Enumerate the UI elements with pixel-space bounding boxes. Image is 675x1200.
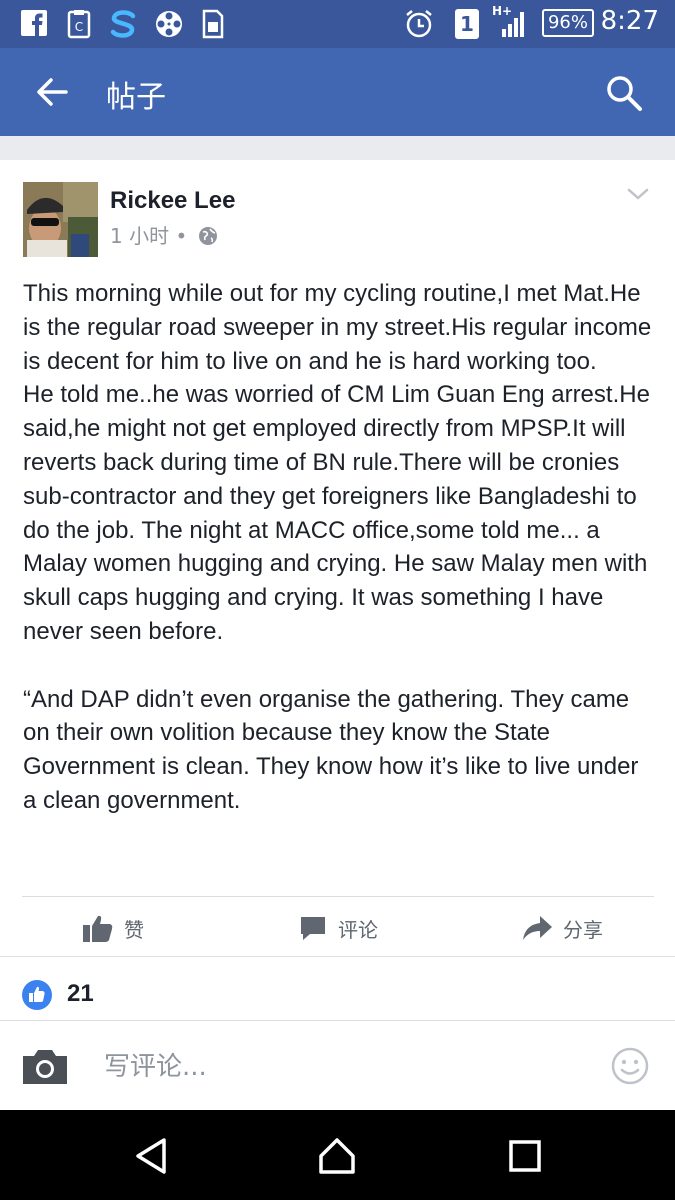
action-bar: 赞 评论 分享 [0, 900, 675, 956]
post-body: This morning while out for my cycling ro… [23, 280, 652, 814]
like-reaction-icon [22, 980, 52, 1010]
post-time: 1 小时 • [110, 224, 188, 248]
like-label: 赞 [124, 917, 144, 942]
clock-time: 8:27 [600, 6, 659, 36]
share-button[interactable]: 分享 [521, 910, 603, 946]
facebook-icon [21, 10, 47, 36]
like-count[interactable]: 21 [67, 980, 94, 1008]
like-button[interactable]: 赞 [82, 910, 144, 946]
chevron-down-icon[interactable] [626, 186, 650, 202]
comment-icon [301, 917, 325, 940]
post-card: Rickee Lee 1 小时 • This morning while out… [0, 160, 675, 956]
alarm-icon [406, 10, 432, 38]
comment-button[interactable]: 评论 [298, 910, 378, 946]
film-reel-icon [156, 11, 182, 37]
divider [22, 896, 654, 897]
smiley-icon[interactable] [610, 1046, 650, 1086]
app-bar: 帖子 [0, 48, 675, 136]
comment-bar [0, 1020, 675, 1110]
camera-icon[interactable] [21, 1048, 69, 1086]
comment-input[interactable] [104, 1047, 584, 1087]
comment-label: 评论 [338, 917, 378, 942]
back-triangle-icon[interactable] [130, 1134, 174, 1178]
avatar[interactable] [23, 182, 98, 257]
sim-1-icon: 1 [455, 9, 479, 39]
reactions-row[interactable]: 21 [0, 956, 675, 1020]
globe-icon [198, 227, 217, 245]
sim-card-icon [202, 9, 224, 39]
post-meta: 1 小时 • [110, 220, 218, 249]
recents-icon[interactable] [503, 1134, 547, 1178]
page-title: 帖子 [106, 80, 166, 115]
share-arrow-icon [523, 916, 552, 940]
status-bar: C 1 H+ 96% 8:27 [0, 0, 675, 48]
arrow-left-icon[interactable] [34, 74, 70, 110]
battery-icon: 96% [542, 9, 594, 37]
system-nav-bar [0, 1110, 675, 1200]
home-icon[interactable] [315, 1134, 359, 1178]
s-app-icon [110, 10, 136, 38]
search-icon[interactable] [605, 74, 643, 112]
thumbs-up-icon [83, 915, 113, 942]
signal-icon [502, 12, 524, 37]
clipboard-icon: C [67, 10, 91, 39]
author-name[interactable]: Rickee Lee [110, 187, 235, 215]
svg-text:C: C [75, 20, 83, 34]
share-label: 分享 [563, 917, 603, 942]
